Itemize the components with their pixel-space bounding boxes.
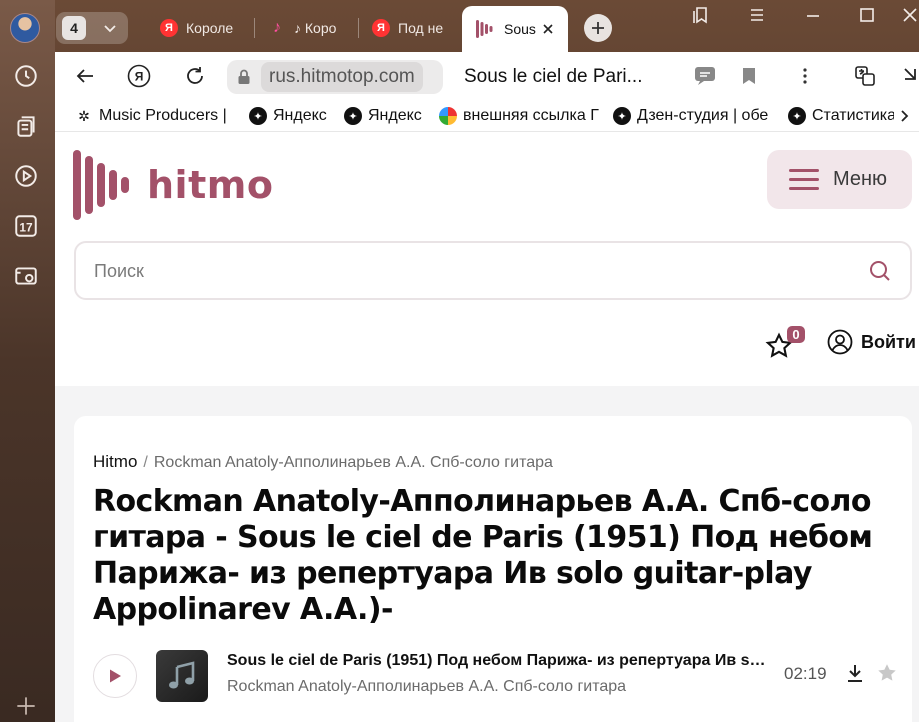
star-icon[interactable] [876,662,898,684]
music-note-icon: ♪ [273,19,281,36]
track-artist[interactable]: Rockman Anatoly-Апполинарьев А.А. Спб-со… [227,678,626,696]
screenshot-icon[interactable] [12,262,40,290]
hitmo-logo-icon [73,150,129,220]
url-host: rus.hitmotop.com [261,62,423,92]
bookmark-item[interactable]: ✦ Яндекс [344,106,426,126]
track-cover [156,650,208,702]
menu-button[interactable]: Меню [767,150,912,209]
address-page-title: Sous le ciel de Pari... [464,66,643,87]
yandex-star-icon: ✦ [344,107,362,125]
chevron-down-icon [104,25,116,33]
share-icon[interactable] [903,64,919,88]
tab-label: ♪ Коро [294,20,337,36]
breadcrumb-separator: / [143,454,148,471]
track-duration: 02:19 [784,664,827,683]
tab-group[interactable]: 4 [56,12,128,44]
hamburger-icon [789,168,819,191]
browser-menu-icon[interactable] [746,4,768,26]
maximize-icon[interactable] [856,4,878,26]
breadcrumb: Hitmo / Rockman Anatoly-Апполинарьев А.А. … [93,452,553,472]
profile-avatar[interactable] [10,13,40,43]
bookmark-item[interactable]: ✦ Статистика [788,106,894,126]
tab-label: Под не [398,20,444,36]
track-title[interactable]: Sous le ciel de Paris (1951) Под небом П… [227,652,772,670]
history-icon[interactable] [12,62,40,90]
plus-icon [592,22,604,34]
tab-bar: 4 Я Короле ♪ ♪ Коро Я Под не Sous [0,0,919,52]
reader-mode-icon[interactable] [693,64,717,88]
svg-text:Я: Я [135,70,144,84]
bookmark-item[interactable]: ✦ Яндекс [249,106,331,126]
yandex-icon: Я [372,19,390,37]
bookmark-item[interactable]: ✲ Music Producers | [75,106,227,126]
menu-label: Меню [833,168,888,190]
track-card: Hitmo / Rockman Anatoly-Апполинарьев А.А. … [74,416,912,722]
page-title: Rockman Anatoly-Апполинарьев А.А. Спб-со… [93,484,873,627]
bookmark-item[interactable]: внешняя ссылка Г [439,106,599,126]
calendar-day: 17 [19,220,33,234]
new-tab-button[interactable] [584,14,612,42]
login-label: Войти [861,331,916,352]
web-page: hitmo Меню 0 Войти Hitmo / Rockman Anatoly… [55,132,919,722]
collections-icon[interactable] [12,112,40,140]
search-input[interactable] [94,255,854,287]
browser-toolbar: Я rus.hitmotop.com Sous le ciel de Pari.… [55,52,919,100]
add-panel-icon[interactable] [12,692,40,720]
close-window-icon[interactable] [900,4,918,26]
browser-sidebar: 17 [0,0,55,722]
minimize-icon[interactable] [802,4,824,26]
favorites-button[interactable]: 0 [765,326,805,360]
site-logo[interactable]: hitmo [73,150,273,220]
dzen-icon: ✦ [613,107,631,125]
bookmarks-more-icon[interactable] [899,106,919,126]
tab-active[interactable]: Sous [462,6,568,52]
address-bar[interactable]: rus.hitmotop.com Sous le ciel de Pari... [227,60,767,94]
tab-label: Короле [186,20,234,36]
download-icon[interactable] [844,662,866,684]
search-icon[interactable] [868,259,892,283]
video-play-icon[interactable] [12,162,40,190]
site-header: hitmo Меню 0 Войти [55,132,919,386]
tab-3[interactable]: Я Под не [372,12,454,44]
hitmo-icon [476,20,493,38]
breadcrumb-home[interactable]: Hitmo [93,452,137,471]
translate-icon[interactable] [853,64,877,88]
tab-1[interactable]: Я Короле [160,12,246,44]
track-row: Sous le ciel de Paris (1951) Под небом П… [93,648,912,708]
tab-group-count: 4 [62,16,86,40]
dzen-icon: ✦ [788,107,806,125]
external-link-icon [439,107,457,125]
bookmark-item[interactable]: ✦ Дзен-студия | обе [613,106,775,126]
bookmark-icon[interactable] [737,64,761,88]
lock-icon[interactable] [235,68,253,86]
breadcrumb-current[interactable]: Rockman Anatoly-Апполинарьев А.А. Спб-со… [154,454,553,471]
tab-label: Sous [504,21,536,37]
music-note-icon [169,661,195,689]
close-tab-icon[interactable] [542,23,554,35]
yandex-home-icon[interactable]: Я [127,64,151,88]
play-button[interactable] [93,654,137,698]
reload-icon[interactable] [183,64,207,88]
calendar-icon[interactable]: 17 [12,212,40,240]
bookmarks-bar: ✲ Music Producers | ✦ Яндекс ✦ Яндекс вн… [55,100,919,132]
yandex-star-icon: ✦ [249,107,267,125]
user-icon [827,329,853,355]
bookmarks-panel-icon[interactable] [690,4,712,26]
search-box [74,241,912,300]
logo-text: hitmo [147,163,274,207]
play-icon [110,669,121,683]
music-producers-icon: ✲ [78,107,90,124]
more-options-icon[interactable] [793,64,817,88]
back-icon[interactable] [73,64,97,88]
favorites-count-badge: 0 [787,326,805,343]
tab-2[interactable]: ♪ ♪ Коро [268,12,348,44]
login-button[interactable]: Войти [827,329,916,355]
yandex-icon: Я [160,19,178,37]
